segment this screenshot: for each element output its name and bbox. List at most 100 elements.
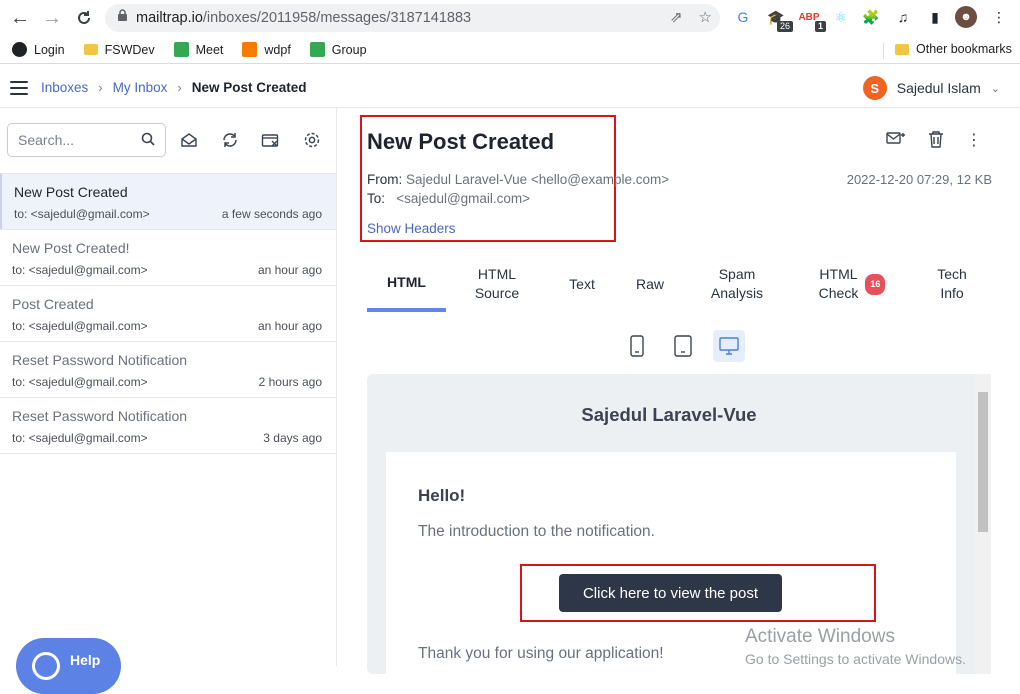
education-extension-icon[interactable]: 🎓 26: [765, 6, 793, 32]
message-subject: New Post Created: [14, 184, 128, 200]
email-thanks: Thank you for using our application!: [418, 645, 664, 662]
message-list: New Post Created to: <sajedul@gmail.com>…: [0, 173, 336, 454]
breadcrumb-inboxes[interactable]: Inboxes: [41, 80, 88, 95]
breadcrumb-my-inbox[interactable]: My Inbox: [113, 80, 168, 95]
html-check-badge: 16: [865, 273, 886, 295]
user-name: Sajedul Islam: [896, 80, 981, 96]
mobile-view-icon[interactable]: [621, 330, 653, 362]
translate-extension-icon[interactable]: G: [732, 6, 754, 28]
tab-spam-analysis[interactable]: Spam Analysis: [697, 256, 777, 312]
preview-scrollbar[interactable]: [975, 374, 991, 674]
browser-toolbar: ← → mailtrap.io/inboxes/2011958/messages…: [0, 0, 1020, 36]
lock-icon: [117, 9, 128, 27]
device-switcher: [621, 330, 745, 362]
bookmark-login[interactable]: Login: [12, 42, 65, 57]
message-subject: Reset Password Notification: [12, 408, 188, 424]
message-recipient: to: <sajedul@gmail.com>: [14, 207, 150, 221]
avatar: S: [862, 76, 887, 100]
tab-html-source[interactable]: HTML Source: [457, 256, 537, 312]
adblock-extension-icon[interactable]: ABP 1: [798, 6, 826, 32]
other-bookmarks[interactable]: Other bookmarks: [895, 42, 1012, 56]
message-tabs: HTML HTML Source Text Raw Spam Analysis HT…: [367, 256, 997, 312]
message-actions: ⋮: [886, 130, 982, 153]
profile-avatar[interactable]: ☻: [955, 6, 977, 28]
list-item[interactable]: Post Created to: <sajedul@gmail.com> an …: [0, 285, 336, 341]
folder-icon: [895, 43, 909, 55]
forward-mail-icon[interactable]: [886, 130, 906, 153]
bookmark-fswdev[interactable]: FSWDev: [83, 43, 155, 57]
app-header: Inboxes › My Inbox › New Post Created S …: [0, 68, 1020, 108]
from-field: From: Sajedul Laravel-Vue <hello@example…: [367, 172, 670, 187]
chevron-down-icon: ⌄: [990, 82, 1000, 95]
message-time: 2 hours ago: [258, 375, 322, 389]
sidepanel-icon[interactable]: ▮: [924, 6, 946, 28]
message-time: 3 days ago: [263, 431, 322, 445]
bookmarks-divider: [883, 43, 884, 59]
help-button[interactable]: Help: [16, 638, 121, 694]
desktop-view-icon[interactable]: [713, 330, 745, 362]
list-item[interactable]: Reset Password Notification to: <sajedul…: [0, 341, 336, 397]
activate-windows-watermark: Activate Windows Go to Settings to activ…: [745, 626, 966, 667]
chevron-right-icon: ›: [177, 80, 182, 95]
kebab-menu-icon[interactable]: ⋮: [988, 6, 1010, 28]
settings-gear-icon[interactable]: [302, 130, 322, 150]
list-item[interactable]: Reset Password Notification to: <sajedul…: [0, 397, 336, 453]
trash-icon[interactable]: [928, 130, 944, 153]
bookmark-group[interactable]: Group: [309, 42, 367, 57]
bookmark-meet[interactable]: Meet: [173, 42, 223, 57]
forward-icon[interactable]: →: [38, 4, 66, 32]
message-time: an hour ago: [257, 319, 322, 333]
message-recipient: to: <sajedul@gmail.com>: [12, 375, 148, 389]
sidebar-toolbar: [179, 130, 322, 150]
tab-html-check[interactable]: HTML Check 16: [807, 256, 897, 312]
message-pane: New Post Created From: Sajedul Laravel-V…: [337, 108, 1020, 692]
list-divider: [0, 453, 336, 454]
email-intro: The introduction to the notification.: [418, 523, 655, 540]
search-icon: [141, 132, 156, 150]
tab-html[interactable]: HTML: [367, 256, 446, 312]
back-icon[interactable]: ←: [6, 4, 34, 32]
share-icon[interactable]: ⇗: [670, 8, 683, 26]
breadcrumb: Inboxes › My Inbox › New Post Created: [41, 80, 307, 95]
message-meta: 2022-12-20 07:29, 12 KB: [846, 172, 992, 187]
search-placeholder: Search...: [18, 132, 75, 148]
show-headers-link[interactable]: Show Headers: [367, 221, 456, 236]
menu-icon[interactable]: [10, 80, 28, 95]
page-title: New Post Created: [367, 129, 555, 154]
bookmark-wdpf[interactable]: wdpf: [242, 42, 291, 57]
tab-raw[interactable]: Raw: [625, 256, 675, 312]
message-time: an hour ago: [257, 263, 322, 277]
extensions-puzzle-icon[interactable]: 🧩: [860, 6, 882, 28]
tab-text[interactable]: Text: [557, 256, 607, 312]
reload-icon[interactable]: [70, 4, 98, 32]
folder-icon: [83, 44, 98, 55]
email-app-name: Sajedul Laravel-Vue: [581, 404, 757, 425]
refresh-icon[interactable]: [220, 130, 240, 150]
message-recipient: to: <sajedul@gmail.com>: [12, 263, 148, 277]
user-menu[interactable]: S Sajedul Islam ⌄: [862, 76, 1000, 100]
list-item[interactable]: New Post Created! to: <sajedul@gmail.com…: [0, 229, 336, 285]
list-item[interactable]: New Post Created to: <sajedul@gmail.com>…: [0, 173, 336, 229]
message-subject: Post Created: [12, 296, 94, 312]
xampp-icon: [242, 42, 258, 57]
bookmarks-bar: Login FSWDev Meet wdpf Group Other bookm…: [0, 36, 1020, 64]
media-control-icon[interactable]: ♫: [892, 6, 914, 28]
breadcrumb-current: New Post Created: [191, 80, 307, 95]
search-input[interactable]: Search...: [7, 123, 166, 157]
react-devtools-icon[interactable]: ⚛: [830, 6, 852, 28]
highlight-box-button: [520, 564, 876, 622]
message-recipient: to: <sajedul@gmail.com>: [12, 319, 148, 333]
tab-tech-info[interactable]: Tech Info: [922, 256, 982, 312]
meet-icon: [309, 42, 325, 57]
address-bar[interactable]: mailtrap.io/inboxes/2011958/messages/318…: [105, 4, 720, 32]
meet-icon: [173, 42, 189, 57]
chevron-right-icon: ›: [98, 80, 103, 95]
star-icon[interactable]: ☆: [699, 8, 712, 26]
message-time: a few seconds ago: [221, 207, 322, 221]
tablet-view-icon[interactable]: [667, 330, 699, 362]
kebab-menu-icon[interactable]: ⋮: [966, 130, 982, 153]
message-recipient: to: <sajedul@gmail.com>: [12, 431, 148, 445]
message-subject: New Post Created!: [12, 240, 130, 256]
clear-inbox-icon[interactable]: [261, 130, 281, 150]
mark-read-icon[interactable]: [179, 130, 199, 150]
